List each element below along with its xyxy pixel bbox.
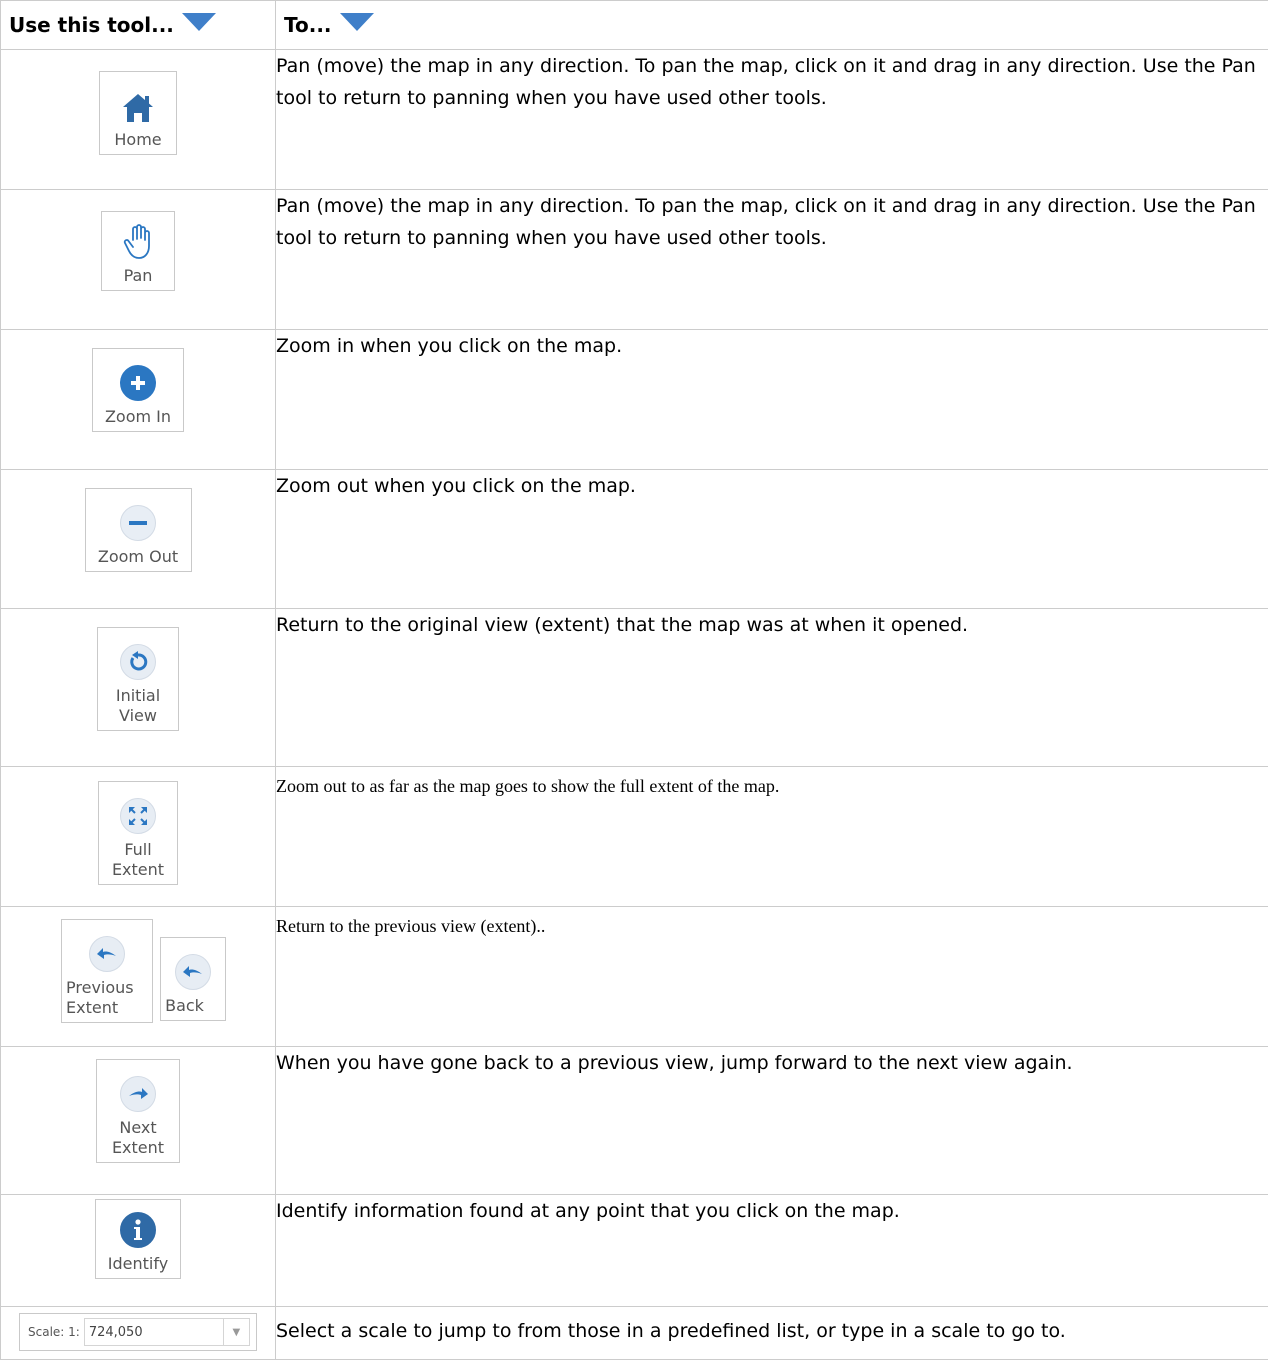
tool-description: Return to the original view (extent) tha… xyxy=(275,608,1268,767)
identify-icon xyxy=(120,1212,156,1248)
next-extent-button[interactable]: Next Extent xyxy=(96,1059,180,1163)
tool-label: Zoom Out xyxy=(97,547,179,566)
tool-cell: Next Extent xyxy=(0,1046,276,1195)
tool-cell: Initial View xyxy=(0,608,276,767)
tool-description: Zoom out when you click on the map. xyxy=(275,469,1268,609)
tool-label-line2: Extent xyxy=(66,998,119,1017)
tool-label: Identify xyxy=(107,1254,169,1273)
tool-cell: Zoom Out xyxy=(0,469,276,609)
table-row: Next Extent When you have gone back to a… xyxy=(0,1046,1268,1195)
header-tool-label: Use this tool... xyxy=(9,13,174,37)
tool-label: Previous Extent xyxy=(62,972,152,1022)
header-tool[interactable]: Use this tool... xyxy=(0,0,276,50)
tool-label: Full Extent xyxy=(99,834,177,884)
previous-extent-icon xyxy=(89,936,125,972)
dropdown-arrow-icon[interactable]: ▼ xyxy=(223,1318,250,1346)
tool-label-line2: View xyxy=(119,706,157,725)
table-row: Zoom Out Zoom out when you click on the … xyxy=(0,469,1268,609)
sort-down-icon[interactable] xyxy=(181,13,216,31)
sort-down-icon[interactable] xyxy=(339,13,374,31)
tool-description: Pan (move) the map in any direction. To … xyxy=(275,49,1268,190)
tool-description: Zoom in when you click on the map. xyxy=(275,329,1268,470)
next-extent-icon xyxy=(120,1076,156,1112)
header-row: Use this tool... To... xyxy=(0,0,1268,50)
tool-label-line1: Full xyxy=(124,840,152,859)
header-purpose-label: To... xyxy=(284,13,332,37)
tool-label: Initial View xyxy=(98,680,178,730)
tool-description: Pan (move) the map in any direction. To … xyxy=(275,189,1268,330)
tool-cell: Previous Extent Back xyxy=(0,906,276,1047)
identify-button[interactable]: Identify xyxy=(95,1199,181,1279)
pan-hand-icon xyxy=(123,224,150,259)
initial-view-icon xyxy=(120,644,156,680)
tool-cell: Scale: 1: 724,050 ▼ xyxy=(0,1306,276,1360)
tool-description: Select a scale to jump to from those in … xyxy=(275,1306,1268,1360)
table-row: Home Pan (move) the map in any direction… xyxy=(0,49,1268,190)
tool-cell: Pan xyxy=(0,189,276,330)
scale-selector: Scale: 1: 724,050 ▼ xyxy=(19,1313,257,1351)
tool-label-line1: Next xyxy=(119,1118,157,1137)
table-row: Scale: 1: 724,050 ▼ Select a scale to ju… xyxy=(0,1306,1268,1360)
home-button[interactable]: Home xyxy=(99,71,177,155)
tool-cell: Zoom In xyxy=(0,329,276,470)
table-row: Identify Identify information found at a… xyxy=(0,1194,1268,1307)
back-icon xyxy=(175,954,212,990)
zoom-out-button[interactable]: Zoom Out xyxy=(84,488,192,572)
tool-cell: Home xyxy=(0,49,276,190)
table-row: Full Extent Zoom out to as far as the ma… xyxy=(0,766,1268,907)
pan-button[interactable]: Pan xyxy=(101,211,175,291)
tool-label: Home xyxy=(114,130,162,149)
scale-label: Scale: 1: xyxy=(28,1325,80,1339)
back-button[interactable]: Back xyxy=(160,937,227,1021)
full-extent-icon xyxy=(120,798,156,834)
table-row: Previous Extent Back Return to the previ… xyxy=(0,906,1268,1047)
table-row: Zoom In Zoom in when you click on the ma… xyxy=(0,329,1268,470)
initial-view-button[interactable]: Initial View xyxy=(97,627,179,731)
tool-label: Zoom In xyxy=(104,407,172,426)
tool-label-line1: Initial xyxy=(115,686,161,705)
tool-cell: Full Extent xyxy=(0,766,276,907)
tools-table: Use this tool... To... Home Pan (move) t… xyxy=(0,0,1268,1360)
tool-label: Back xyxy=(165,996,204,1015)
tool-label-line2: Extent xyxy=(111,860,165,879)
tool-label-line1: Previous xyxy=(66,978,134,997)
tool-label: Pan xyxy=(123,266,153,285)
tool-label-line2: Extent xyxy=(111,1138,165,1157)
table-row: Initial View Return to the original view… xyxy=(0,608,1268,767)
table-row: Pan Pan (move) the map in any direction.… xyxy=(0,189,1268,330)
zoom-out-icon xyxy=(120,505,156,541)
scale-input[interactable]: 724,050 xyxy=(83,1318,224,1346)
zoom-in-button[interactable]: Zoom In xyxy=(92,348,184,432)
tool-description: Return to the previous view (extent).. xyxy=(275,906,1268,1047)
tool-description: Zoom out to as far as the map goes to sh… xyxy=(275,766,1268,907)
tool-description: When you have gone back to a previous vi… xyxy=(275,1046,1268,1195)
previous-extent-button[interactable]: Previous Extent xyxy=(61,919,153,1023)
tool-description: Identify information found at any point … xyxy=(275,1194,1268,1307)
zoom-in-icon xyxy=(120,365,156,401)
header-purpose[interactable]: To... xyxy=(275,0,1268,50)
full-extent-button[interactable]: Full Extent xyxy=(98,781,178,885)
home-icon xyxy=(123,94,153,122)
tool-cell: Identify xyxy=(0,1194,276,1307)
tool-label: Next Extent xyxy=(97,1112,179,1162)
